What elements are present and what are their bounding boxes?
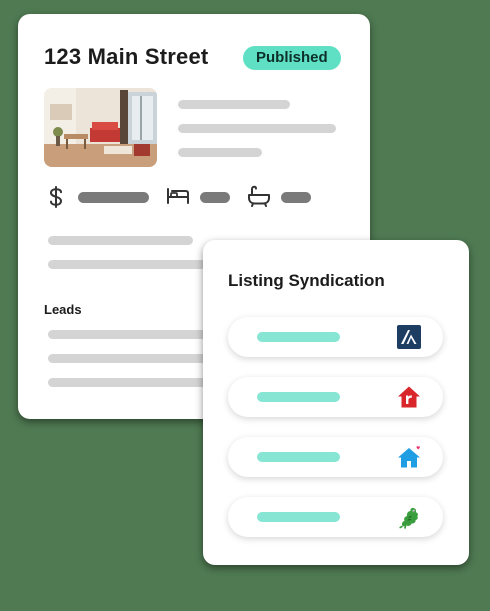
partner-name-bar [257, 332, 340, 342]
lead-line [48, 354, 218, 363]
lead-line [48, 378, 218, 387]
price-value-bar [78, 192, 149, 203]
bathrooms-value-bar [281, 192, 311, 203]
details-line [48, 236, 193, 245]
listing-title: 123 Main Street [44, 44, 209, 69]
partner-name-bar [257, 392, 340, 402]
syndication-partner-row[interactable] [228, 437, 443, 477]
property-photo[interactable] [44, 88, 157, 167]
syndication-partner-row[interactable] [228, 317, 443, 357]
green-dragon-logo-icon [399, 507, 418, 529]
partner-name-bar [257, 452, 340, 462]
dollar-icon [49, 186, 63, 208]
property-photo-image [44, 88, 157, 167]
details-line [48, 260, 228, 269]
bathtub-icon [248, 185, 270, 207]
bed-icon [167, 188, 189, 204]
listing-syndication-card: Listing Syndication [203, 240, 469, 565]
description-line [178, 148, 262, 157]
status-badge: Published [243, 46, 341, 70]
r-house-logo-icon [398, 386, 420, 408]
syndication-partner-row[interactable] [228, 377, 443, 417]
syndication-title: Listing Syndication [228, 271, 385, 290]
partner-name-bar [257, 512, 340, 522]
description-line [178, 100, 290, 109]
leads-heading: Leads [44, 302, 82, 317]
bedrooms-value-bar [200, 192, 230, 203]
description-line [178, 124, 336, 133]
blue-house-logo-icon [398, 446, 420, 468]
lead-line [48, 330, 218, 339]
triangle-logo-icon [397, 325, 421, 349]
syndication-partner-row[interactable] [228, 497, 443, 537]
